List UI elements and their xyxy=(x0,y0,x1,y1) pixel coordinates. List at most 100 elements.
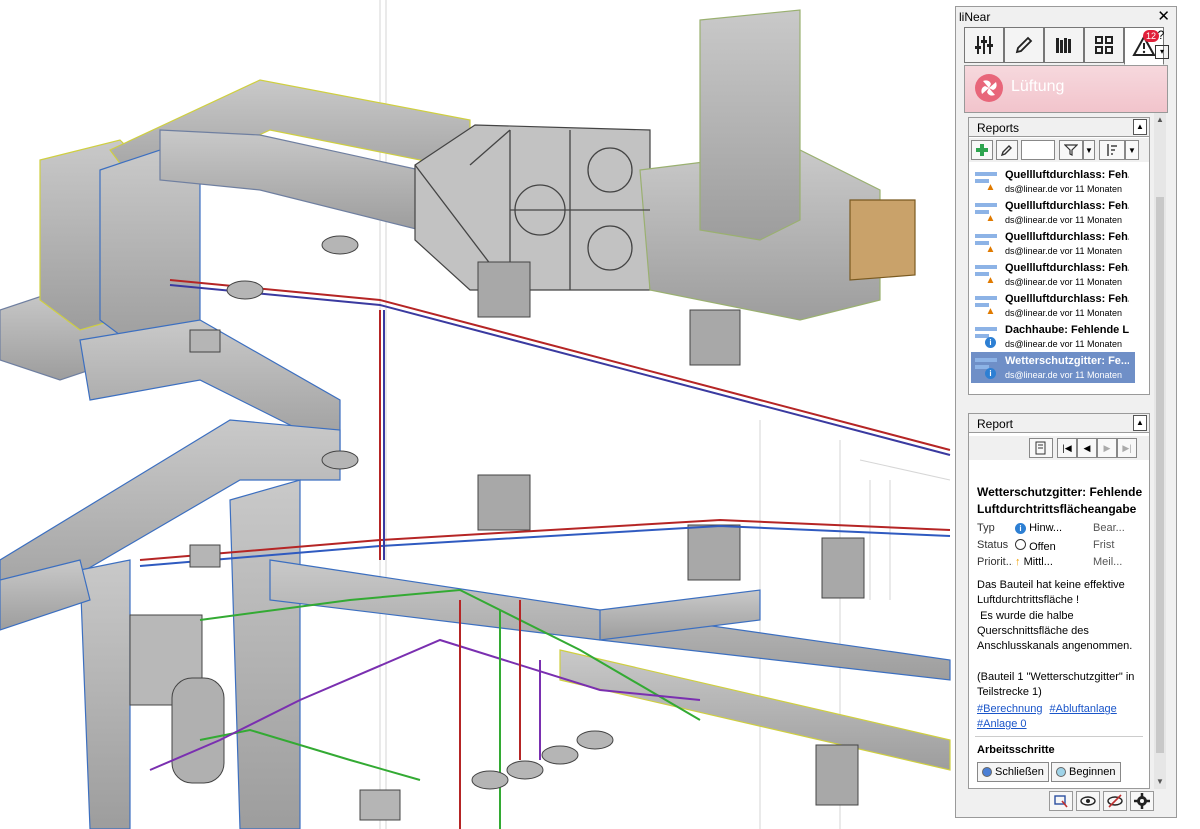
close-icon[interactable]: ✕ xyxy=(1157,7,1170,25)
report-icon: ▲ xyxy=(975,263,997,286)
list-item-selected[interactable]: i Wetterschutzgitter: Fe... ds@linear.de… xyxy=(971,352,1135,383)
scroll-down-icon[interactable]: ▼ xyxy=(1156,777,1164,786)
filter-icon xyxy=(1064,144,1078,156)
info-icon: i xyxy=(985,337,996,348)
report-meta: ds@linear.de vor 11 Monaten xyxy=(1005,246,1123,256)
gear-icon xyxy=(1134,793,1150,809)
report-meta: ds@linear.de vor 11 Monaten xyxy=(1005,370,1123,380)
module-header: Lüftung xyxy=(964,65,1168,113)
list-item[interactable]: i Dachhaube: Fehlende L... ds@linear.de … xyxy=(971,321,1135,352)
panel-tabs: 12 xyxy=(964,27,1168,65)
report-icon: ▲ xyxy=(975,232,997,255)
zoom-to-element-button[interactable] xyxy=(1049,791,1073,811)
warning-icon: ▲ xyxy=(985,182,996,193)
scrollbar-thumb[interactable] xyxy=(1156,197,1164,753)
eye-off-icon xyxy=(1107,794,1123,808)
panel-side-buttons: ? ▾ xyxy=(1155,29,1169,63)
report-icon: ▲ xyxy=(975,201,997,224)
chevron-down-icon[interactable]: ▾ xyxy=(1155,45,1169,59)
report-meta: ds@linear.de vor 11 Monaten xyxy=(1005,277,1123,287)
report-title: Quellluftdurchlass: Feh... xyxy=(1005,169,1129,181)
priority-label: Priorit... xyxy=(977,556,1013,568)
status-label: Status xyxy=(977,539,1009,551)
status-extra: Frist xyxy=(1093,539,1115,551)
tab-overview[interactable] xyxy=(1084,27,1124,63)
type-label: Typ xyxy=(977,522,995,534)
add-report-button[interactable] xyxy=(971,140,993,160)
tab-settings[interactable] xyxy=(964,27,1004,63)
settings-button[interactable] xyxy=(1130,791,1154,811)
prev-report-button[interactable]: ◀ xyxy=(1077,438,1097,458)
plus-icon xyxy=(976,144,988,156)
first-report-button[interactable]: |◀ xyxy=(1057,438,1077,458)
report-meta: ds@linear.de vor 11 Monaten xyxy=(1005,339,1123,349)
panel-scrollbar[interactable]: ▲ ▼ xyxy=(1154,113,1166,789)
circle-icon xyxy=(1056,767,1066,777)
scroll-up-icon[interactable]: ▲ xyxy=(1156,115,1164,124)
warning-icon: ▲ xyxy=(985,306,996,317)
books-icon xyxy=(1056,38,1071,53)
type-value[interactable]: i Hinw... xyxy=(1015,522,1062,534)
priority-extra: Meil... xyxy=(1093,556,1123,568)
document-edit-icon xyxy=(1035,441,1046,455)
sort-button[interactable] xyxy=(1099,140,1125,160)
close-step-button[interactable]: Schließen xyxy=(977,762,1049,782)
collapse-icon[interactable]: ▲ xyxy=(1133,415,1147,431)
warning-icon: ▲ xyxy=(985,244,996,255)
hide-all-button[interactable] xyxy=(1103,791,1127,811)
list-item[interactable]: ▲ Quellluftdurchlass: Feh... ds@linear.d… xyxy=(971,197,1135,228)
report-section-header: Report ▲ xyxy=(969,414,1149,433)
list-item[interactable]: ▲ Quellluftdurchlass: Feh... ds@linear.d… xyxy=(971,166,1135,197)
edit-report-button[interactable] xyxy=(1029,438,1053,458)
tab-edit[interactable] xyxy=(1004,27,1044,63)
status-value[interactable]: Offen xyxy=(1015,539,1056,553)
grid-icon xyxy=(1095,36,1113,54)
circle-icon xyxy=(982,767,992,777)
report-icon: ▲ xyxy=(975,170,997,193)
tab-library[interactable] xyxy=(1044,27,1084,63)
sort-icon xyxy=(1107,144,1117,156)
help-icon[interactable]: ? xyxy=(1155,29,1167,41)
report-title: Quellluftdurchlass: Feh... xyxy=(1005,293,1129,305)
report-icon: ▲ xyxy=(975,294,997,317)
pencil-icon xyxy=(1015,36,1033,54)
last-report-button[interactable]: ▶| xyxy=(1117,438,1137,458)
sort-dropdown-icon[interactable]: ▼ xyxy=(1125,140,1139,160)
priority-value[interactable]: ↑ Mittl... xyxy=(1015,556,1053,568)
pipette-icon xyxy=(1000,145,1012,157)
tag-link[interactable]: #Anlage 0 xyxy=(977,718,1027,730)
filter-dropdown-icon[interactable]: ▼ xyxy=(1083,140,1095,160)
reports-section: Reports ▲ ▼ ▼ ▲ Quellluftdurchlass: Feh. xyxy=(968,117,1150,395)
show-all-button[interactable] xyxy=(1076,791,1100,811)
pick-element-button[interactable] xyxy=(996,140,1018,160)
report-title: Dachhaube: Fehlende L... xyxy=(1005,324,1129,336)
tag-link[interactable]: #Abluftanlage xyxy=(1050,703,1117,715)
reports-toolbar: ▼ ▼ xyxy=(969,138,1149,162)
zoom-element-icon xyxy=(1054,795,1068,808)
list-item[interactable]: ▲ Quellluftdurchlass: Feh... ds@linear.d… xyxy=(971,228,1135,259)
report-meta: ds@linear.de vor 11 Monaten xyxy=(1005,215,1123,225)
report-heading: Wetterschutzgitter: Fehlende Luftdurchtr… xyxy=(977,485,1143,516)
search-input[interactable] xyxy=(1021,140,1055,160)
next-report-button[interactable]: ▶ xyxy=(1097,438,1117,458)
reports-section-header: Reports ▲ xyxy=(969,118,1149,137)
linear-panel: liNear ✕ 12 ? ▾ Lüftung ▲ ▼ Reports ▲ ▼ … xyxy=(955,6,1177,818)
info-icon: i xyxy=(985,368,996,379)
report-nav-toolbar: |◀ ◀ ▶ ▶| xyxy=(969,436,1149,460)
filter-button[interactable] xyxy=(1059,140,1083,160)
panel-title: liNear xyxy=(959,10,991,24)
close-step-label: Schließen xyxy=(995,766,1044,778)
info-icon: i xyxy=(1015,523,1026,534)
type-extra: Bear... xyxy=(1093,522,1125,534)
report-detail-section: Report ▲ |◀ ◀ ▶ ▶| Wetterschutzgitter: F… xyxy=(968,413,1150,789)
panel-titlebar: liNear ✕ xyxy=(956,7,1176,27)
begin-step-button[interactable]: Beginnen xyxy=(1051,762,1121,782)
collapse-icon[interactable]: ▲ xyxy=(1133,119,1147,135)
tag-link[interactable]: #Berechnung xyxy=(977,703,1042,715)
list-item[interactable]: ▲ Quellluftdurchlass: Feh... ds@linear.d… xyxy=(971,259,1135,290)
sliders-icon xyxy=(975,36,993,54)
list-item[interactable]: ▲ Quellluftdurchlass: Feh... ds@linear.d… xyxy=(971,290,1135,321)
report-title: Quellluftdurchlass: Feh... xyxy=(1005,262,1129,274)
begin-step-label: Beginnen xyxy=(1069,766,1116,778)
report-tags: #Berechnung #Abluftanlage #Anlage 0 xyxy=(977,702,1147,732)
